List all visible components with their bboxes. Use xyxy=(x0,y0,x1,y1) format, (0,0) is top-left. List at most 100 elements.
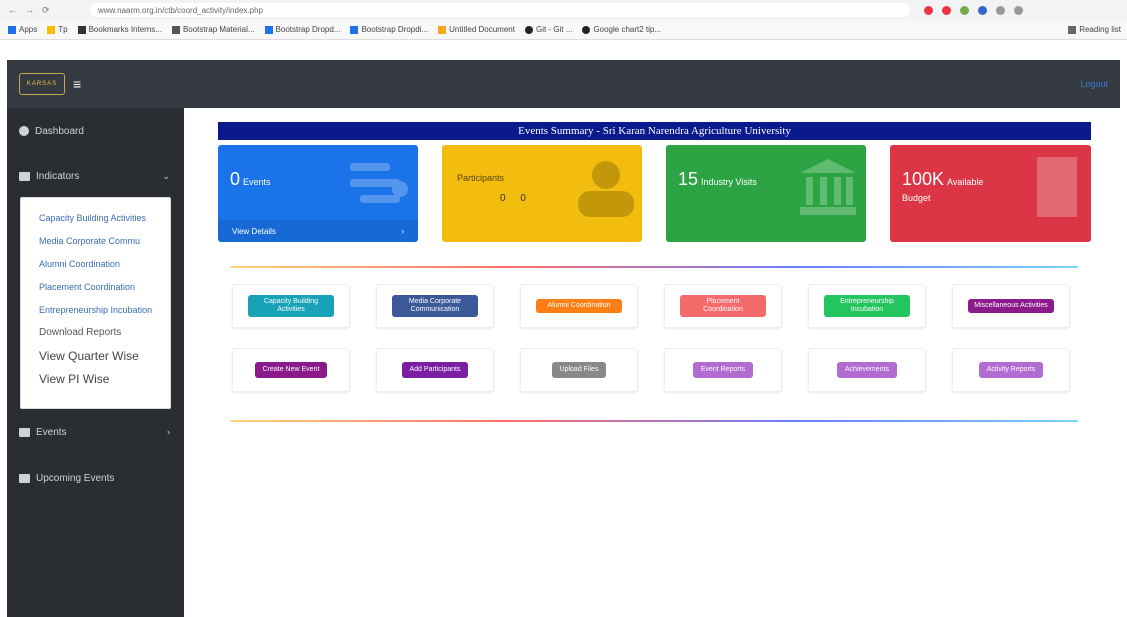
add-participants-button[interactable]: Add Participants xyxy=(401,361,469,379)
bank-icon xyxy=(800,159,856,215)
bookmark-item[interactable]: Bootstrap Dropdi... xyxy=(350,25,428,34)
submenu-item-view-quarter-wise[interactable]: View Quarter Wise xyxy=(39,344,170,367)
create-new-event-button[interactable]: Create New Event xyxy=(254,361,328,379)
bookmark-item[interactable]: Apps xyxy=(8,25,37,34)
placement-coordination-button[interactable]: Placement Coordination xyxy=(680,294,766,318)
logout-link[interactable]: Logout xyxy=(1080,79,1108,89)
events-card[interactable]: 0 Events View Details › xyxy=(218,145,418,242)
sidebar-item-events[interactable]: Events › xyxy=(7,410,184,454)
miscellaneous-activities-button[interactable]: Miscellaneous Activities xyxy=(968,298,1054,314)
bookmark-item[interactable]: Bookmarks Interns... xyxy=(77,25,162,34)
event-reports-button[interactable]: Event Reports xyxy=(692,361,754,379)
bookmark-item[interactable]: Bootstrap Dropd... xyxy=(264,25,340,34)
back-icon[interactable]: ← xyxy=(8,5,17,16)
sidebar-item-upcoming-events[interactable]: Upcoming Events xyxy=(7,456,184,500)
reading-list[interactable]: Reading list xyxy=(1068,25,1127,34)
divider xyxy=(230,266,1078,268)
forward-icon[interactable]: → xyxy=(25,5,34,16)
calendar-icon xyxy=(19,473,30,483)
bookmark-icon xyxy=(350,25,359,34)
tile-alumni: Alumni Coordination xyxy=(520,284,638,328)
card-value: 15 Industry Visits xyxy=(678,169,757,189)
bookmark-icon xyxy=(438,25,447,34)
submenu-item-capacity-building[interactable]: Capacity Building Activities xyxy=(39,206,170,229)
browser-toolbar: ← → ⟳ www.naarm.org.in/ctb/coord_activit… xyxy=(0,0,1127,20)
sidebar-item-dashboard[interactable]: Dashboard xyxy=(7,108,184,154)
tile-create-event: Create New Event xyxy=(232,348,350,392)
folder-icon xyxy=(19,171,30,181)
tile-achievements: Achievements xyxy=(808,348,926,392)
card-value: 0 Events xyxy=(230,169,271,189)
extension-icon[interactable] xyxy=(996,5,1005,15)
bookmark-icon xyxy=(77,25,86,34)
tile-placement: Placement Coordination xyxy=(664,284,782,328)
capacity-building-button[interactable]: Capacity Building Activities xyxy=(248,294,334,318)
extension-icon[interactable] xyxy=(924,5,933,15)
bookmark-item[interactable]: Bootstrap Material... xyxy=(171,25,255,34)
extension-icons xyxy=(924,5,1023,15)
tile-upload-files: Upload Files xyxy=(520,348,638,392)
reading-list-icon xyxy=(1068,25,1077,34)
extension-icon[interactable] xyxy=(942,5,951,15)
extension-icon[interactable] xyxy=(960,5,969,15)
divider xyxy=(230,420,1078,422)
chevron-right-icon: › xyxy=(401,226,404,236)
apps-icon xyxy=(8,25,16,34)
card-subtitle: Budget xyxy=(902,193,931,203)
bookmark-item[interactable]: Google chart2 tip... xyxy=(582,25,661,34)
entrepreneurship-incubation-button[interactable]: Entrepreneurship Incubation xyxy=(824,294,910,318)
reload-icon[interactable]: ⟳ xyxy=(42,5,50,16)
user-icon xyxy=(578,161,634,217)
view-details-link[interactable]: View Details › xyxy=(218,220,418,242)
address-bar[interactable]: www.naarm.org.in/ctb/coord_activity/inde… xyxy=(90,3,910,17)
participants-count: 0 0 xyxy=(500,193,532,204)
submenu-item-placement[interactable]: Placement Coordination xyxy=(39,275,170,298)
top-navbar: KARSAS ≡ Logout xyxy=(7,60,1120,108)
browser-nav: ← → ⟳ xyxy=(0,5,90,16)
logo[interactable]: KARSAS xyxy=(19,73,65,95)
dashboard-icon xyxy=(19,126,29,136)
bookmark-icon xyxy=(171,25,180,34)
submenu-item-view-pi-wise[interactable]: View PI Wise xyxy=(39,367,170,390)
events-decor-icon xyxy=(350,163,408,203)
indicators-submenu: Capacity Building Activities Media Corpo… xyxy=(20,197,171,409)
budget-card[interactable]: 100K Available Budget xyxy=(890,145,1091,242)
chevron-down-icon: ⌄ xyxy=(162,170,170,181)
industry-visits-card[interactable]: 15 Industry Visits xyxy=(666,145,866,242)
tile-add-participants: Add Participants xyxy=(376,348,494,392)
tile-entrepreneurship: Entrepreneurship Incubation xyxy=(808,284,926,328)
card-value: Participants xyxy=(457,173,505,183)
events-summary-banner: Events Summary - Sri Karan Narendra Agri… xyxy=(218,122,1091,140)
extension-icon[interactable] xyxy=(1014,5,1023,15)
extension-icon[interactable] xyxy=(978,5,987,15)
github-icon xyxy=(524,25,533,34)
submenu-item-alumni[interactable]: Alumni Coordination xyxy=(39,252,170,275)
bookmark-icon xyxy=(264,25,273,34)
media-corporate-button[interactable]: Media Corporate Communication xyxy=(392,294,478,318)
sidebar-item-indicators[interactable]: Indicators ⌄ xyxy=(7,154,184,198)
bookmark-item[interactable]: Git - Git ... xyxy=(524,25,572,34)
chevron-right-icon: › xyxy=(167,427,170,437)
bookmark-icon xyxy=(47,25,56,34)
activity-reports-button[interactable]: Activity Reports xyxy=(978,361,1044,379)
bookmark-item[interactable]: Untitled Document xyxy=(438,25,515,34)
github-icon xyxy=(582,25,591,34)
tile-activity-reports: Activity Reports xyxy=(952,348,1070,392)
url-text: www.naarm.org.in/ctb/coord_activity/inde… xyxy=(98,5,263,15)
hamburger-menu-icon[interactable]: ≡ xyxy=(73,76,81,92)
submenu-item-media-corporate[interactable]: Media Corporate Commu xyxy=(39,229,170,252)
tile-media-corporate: Media Corporate Communication xyxy=(376,284,494,328)
building-icon xyxy=(1037,157,1077,217)
submenu-item-entrepreneurship[interactable]: Entrepreneurship Incubation xyxy=(39,298,170,321)
card-value: 100K Available xyxy=(902,169,984,189)
upload-files-button[interactable]: Upload Files xyxy=(551,361,607,379)
brand: KARSAS ≡ xyxy=(19,73,81,95)
submenu-item-download-reports[interactable]: Download Reports xyxy=(39,321,170,344)
folder-icon xyxy=(19,427,30,437)
tile-event-reports: Event Reports xyxy=(664,348,782,392)
participants-card[interactable]: Participants 0 0 xyxy=(442,145,642,242)
tile-capacity-building: Capacity Building Activities xyxy=(232,284,350,328)
achievements-button[interactable]: Achievements xyxy=(837,361,897,379)
bookmark-item[interactable]: Tp xyxy=(47,25,68,34)
alumni-coordination-button[interactable]: Alumni Coordination xyxy=(536,298,622,314)
